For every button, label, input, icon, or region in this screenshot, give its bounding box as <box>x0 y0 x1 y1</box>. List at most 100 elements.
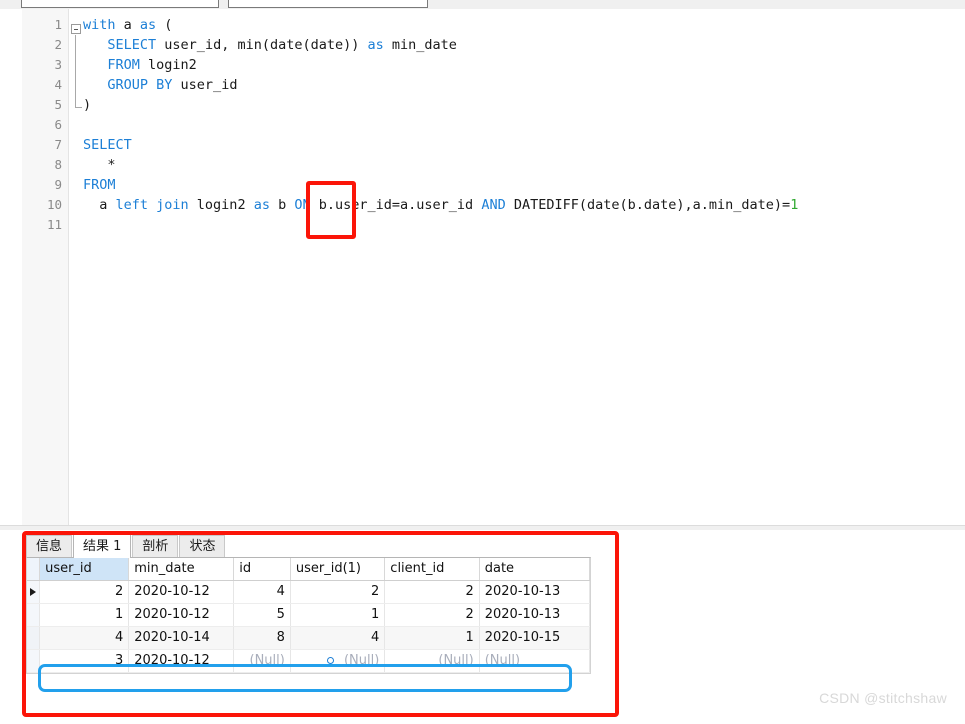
cell-1-0[interactable]: 1 <box>39 603 130 627</box>
sql-text: ) <box>83 97 92 113</box>
cell-value: (Null) <box>438 653 474 668</box>
sql-text: * <box>83 157 116 173</box>
cell-3-1[interactable]: 2020-10-12 <box>128 649 235 673</box>
row-selector-0[interactable] <box>27 580 41 604</box>
result-table-body: 2 2020-10-12 4 2 2 2020-10-13 1 2020-10-12 5 1 2 20… <box>27 580 591 673</box>
cell-value: 2 <box>114 584 124 599</box>
cell-value: 1 <box>114 607 124 622</box>
sql-keyword: ON <box>294 197 311 213</box>
toolbar-input-box-2[interactable] <box>228 0 428 8</box>
cell-0-4[interactable]: 2 <box>384 580 480 604</box>
cell-0-1[interactable]: 2020-10-12 <box>128 580 235 604</box>
line-number-8: 8 <box>54 157 62 172</box>
editor-line-number-gutter: 1 2 3 4 5 6 7 8 9 10 11 <box>22 9 69 525</box>
result-grid[interactable]: user_id min_date id user_id(1) client_id date… <box>26 557 591 674</box>
table-row[interactable]: 3 2020-10-12 (Null) (Null) (Null) (Null) <box>27 649 591 673</box>
sql-text: user_id, min(date(date)) <box>156 37 368 53</box>
sql-number: 1 <box>790 197 799 213</box>
sql-editor[interactable]: 1 2 3 4 5 6 7 8 9 10 11 with a as ( SELECT user_id… <box>0 9 965 525</box>
sql-text: b <box>269 197 295 213</box>
cell-3-5[interactable]: (Null) <box>479 649 591 673</box>
column-header-date[interactable]: date <box>479 558 591 581</box>
cell-3-2[interactable]: (Null) <box>233 649 291 673</box>
row-selector-1[interactable] <box>27 603 41 627</box>
column-header-user_id1[interactable]: user_id(1) <box>290 558 386 581</box>
line-number-11: 11 <box>46 217 62 232</box>
result-tab-bar[interactable]: 信息 结果 1 剖析 状态 <box>26 534 226 558</box>
sql-text: min_date <box>383 37 457 53</box>
cell-2-0[interactable]: 4 <box>39 626 130 650</box>
cell-value: 2 <box>371 584 380 599</box>
table-row[interactable]: 2 2020-10-12 4 2 2 2020-10-13 <box>27 580 591 604</box>
sql-keyword: SELECT <box>107 37 157 53</box>
line-number-9: 9 <box>54 177 62 192</box>
cell-value: 2020-10-12 <box>134 653 210 668</box>
cell-value: 2020-10-14 <box>134 630 210 645</box>
result-table: user_id min_date id user_id(1) client_id date… <box>27 558 591 673</box>
code-line-10[interactable]: a left join login2 as b ON b.user_id=a.u… <box>68 195 965 215</box>
cell-3-0[interactable]: 3 <box>39 649 130 673</box>
cell-2-3[interactable]: 4 <box>290 626 386 650</box>
sql-text: a <box>115 17 140 33</box>
code-line-9[interactable]: FROM <box>68 175 965 195</box>
result-tab-0[interactable]: 信息 <box>26 535 73 557</box>
code-line-11[interactable] <box>68 215 965 235</box>
cell-value: 4 <box>276 584 285 599</box>
table-row[interactable]: 4 2020-10-14 8 4 1 2020-10-15 <box>27 626 591 650</box>
editor-left-padding <box>0 9 22 525</box>
cell-0-3[interactable]: 2 <box>290 580 386 604</box>
cell-3-4[interactable]: (Null) <box>384 649 480 673</box>
cell-1-4[interactable]: 2 <box>384 603 480 627</box>
code-line-7[interactable]: SELECT <box>68 135 965 155</box>
cell-value: 2 <box>465 584 474 599</box>
cell-3-3[interactable]: (Null) <box>290 649 386 673</box>
row-selector-3[interactable] <box>27 649 41 673</box>
result-tab-1[interactable]: 结果 1 <box>73 534 132 558</box>
cell-1-5[interactable]: 2020-10-13 <box>479 603 591 627</box>
column-header-id[interactable]: id <box>233 558 291 581</box>
result-table-header-row[interactable]: user_id min_date id user_id(1) client_id date <box>27 558 591 581</box>
watermark: CSDN @stitchshaw <box>819 690 947 706</box>
column-header-min_date[interactable]: min_date <box>128 558 235 581</box>
line-number-4: 4 <box>54 77 62 92</box>
cell-2-2[interactable]: 8 <box>233 626 291 650</box>
code-line-2[interactable]: SELECT user_id, min(date(date)) as min_d… <box>68 35 965 55</box>
cell-2-5[interactable]: 2020-10-15 <box>479 626 591 650</box>
sql-keyword: with <box>83 17 116 33</box>
cell-1-3[interactable]: 1 <box>290 603 386 627</box>
result-tab-2[interactable]: 剖析 <box>132 535 179 557</box>
line-number-6: 6 <box>54 117 62 132</box>
toolbar-input-box-1[interactable] <box>21 0 219 8</box>
code-line-5[interactable]: ) <box>68 95 965 115</box>
line-number-5: 5 <box>54 97 62 112</box>
code-line-6[interactable] <box>68 115 965 135</box>
code-line-4[interactable]: GROUP BY user_id <box>68 75 965 95</box>
sql-keyword: left join <box>115 197 189 213</box>
code-line-1[interactable]: with a as ( <box>68 15 965 35</box>
cell-1-2[interactable]: 5 <box>233 603 291 627</box>
cell-0-5[interactable]: 2020-10-13 <box>479 580 591 604</box>
code-line-8[interactable]: * <box>68 155 965 175</box>
current-row-arrow-icon <box>30 587 36 596</box>
cell-value: (Null) <box>484 653 521 668</box>
sql-code-area[interactable]: with a as ( SELECT user_id, min(date(dat… <box>68 9 965 525</box>
cell-0-0[interactable]: 2 <box>39 580 130 604</box>
cell-value: 1 <box>465 630 474 645</box>
cell-1-1[interactable]: 2020-10-12 <box>128 603 235 627</box>
cell-2-1[interactable]: 2020-10-14 <box>128 626 235 650</box>
cell-value: 5 <box>276 607 285 622</box>
column-header-client_id[interactable]: client_id <box>384 558 480 581</box>
column-header-user_id[interactable]: user_id <box>39 558 130 581</box>
active-cell-dot-icon <box>326 657 334 664</box>
result-tab-3[interactable]: 状态 <box>179 535 226 557</box>
table-row[interactable]: 1 2020-10-12 5 1 2 2020-10-13 <box>27 603 591 627</box>
row-selector-2[interactable] <box>27 626 41 650</box>
code-line-3[interactable]: FROM login2 <box>68 55 965 75</box>
cell-0-2[interactable]: 4 <box>233 580 291 604</box>
sql-keyword: AND <box>481 197 506 213</box>
cell-2-4[interactable]: 1 <box>384 626 480 650</box>
top-toolbar-strip <box>0 0 965 9</box>
